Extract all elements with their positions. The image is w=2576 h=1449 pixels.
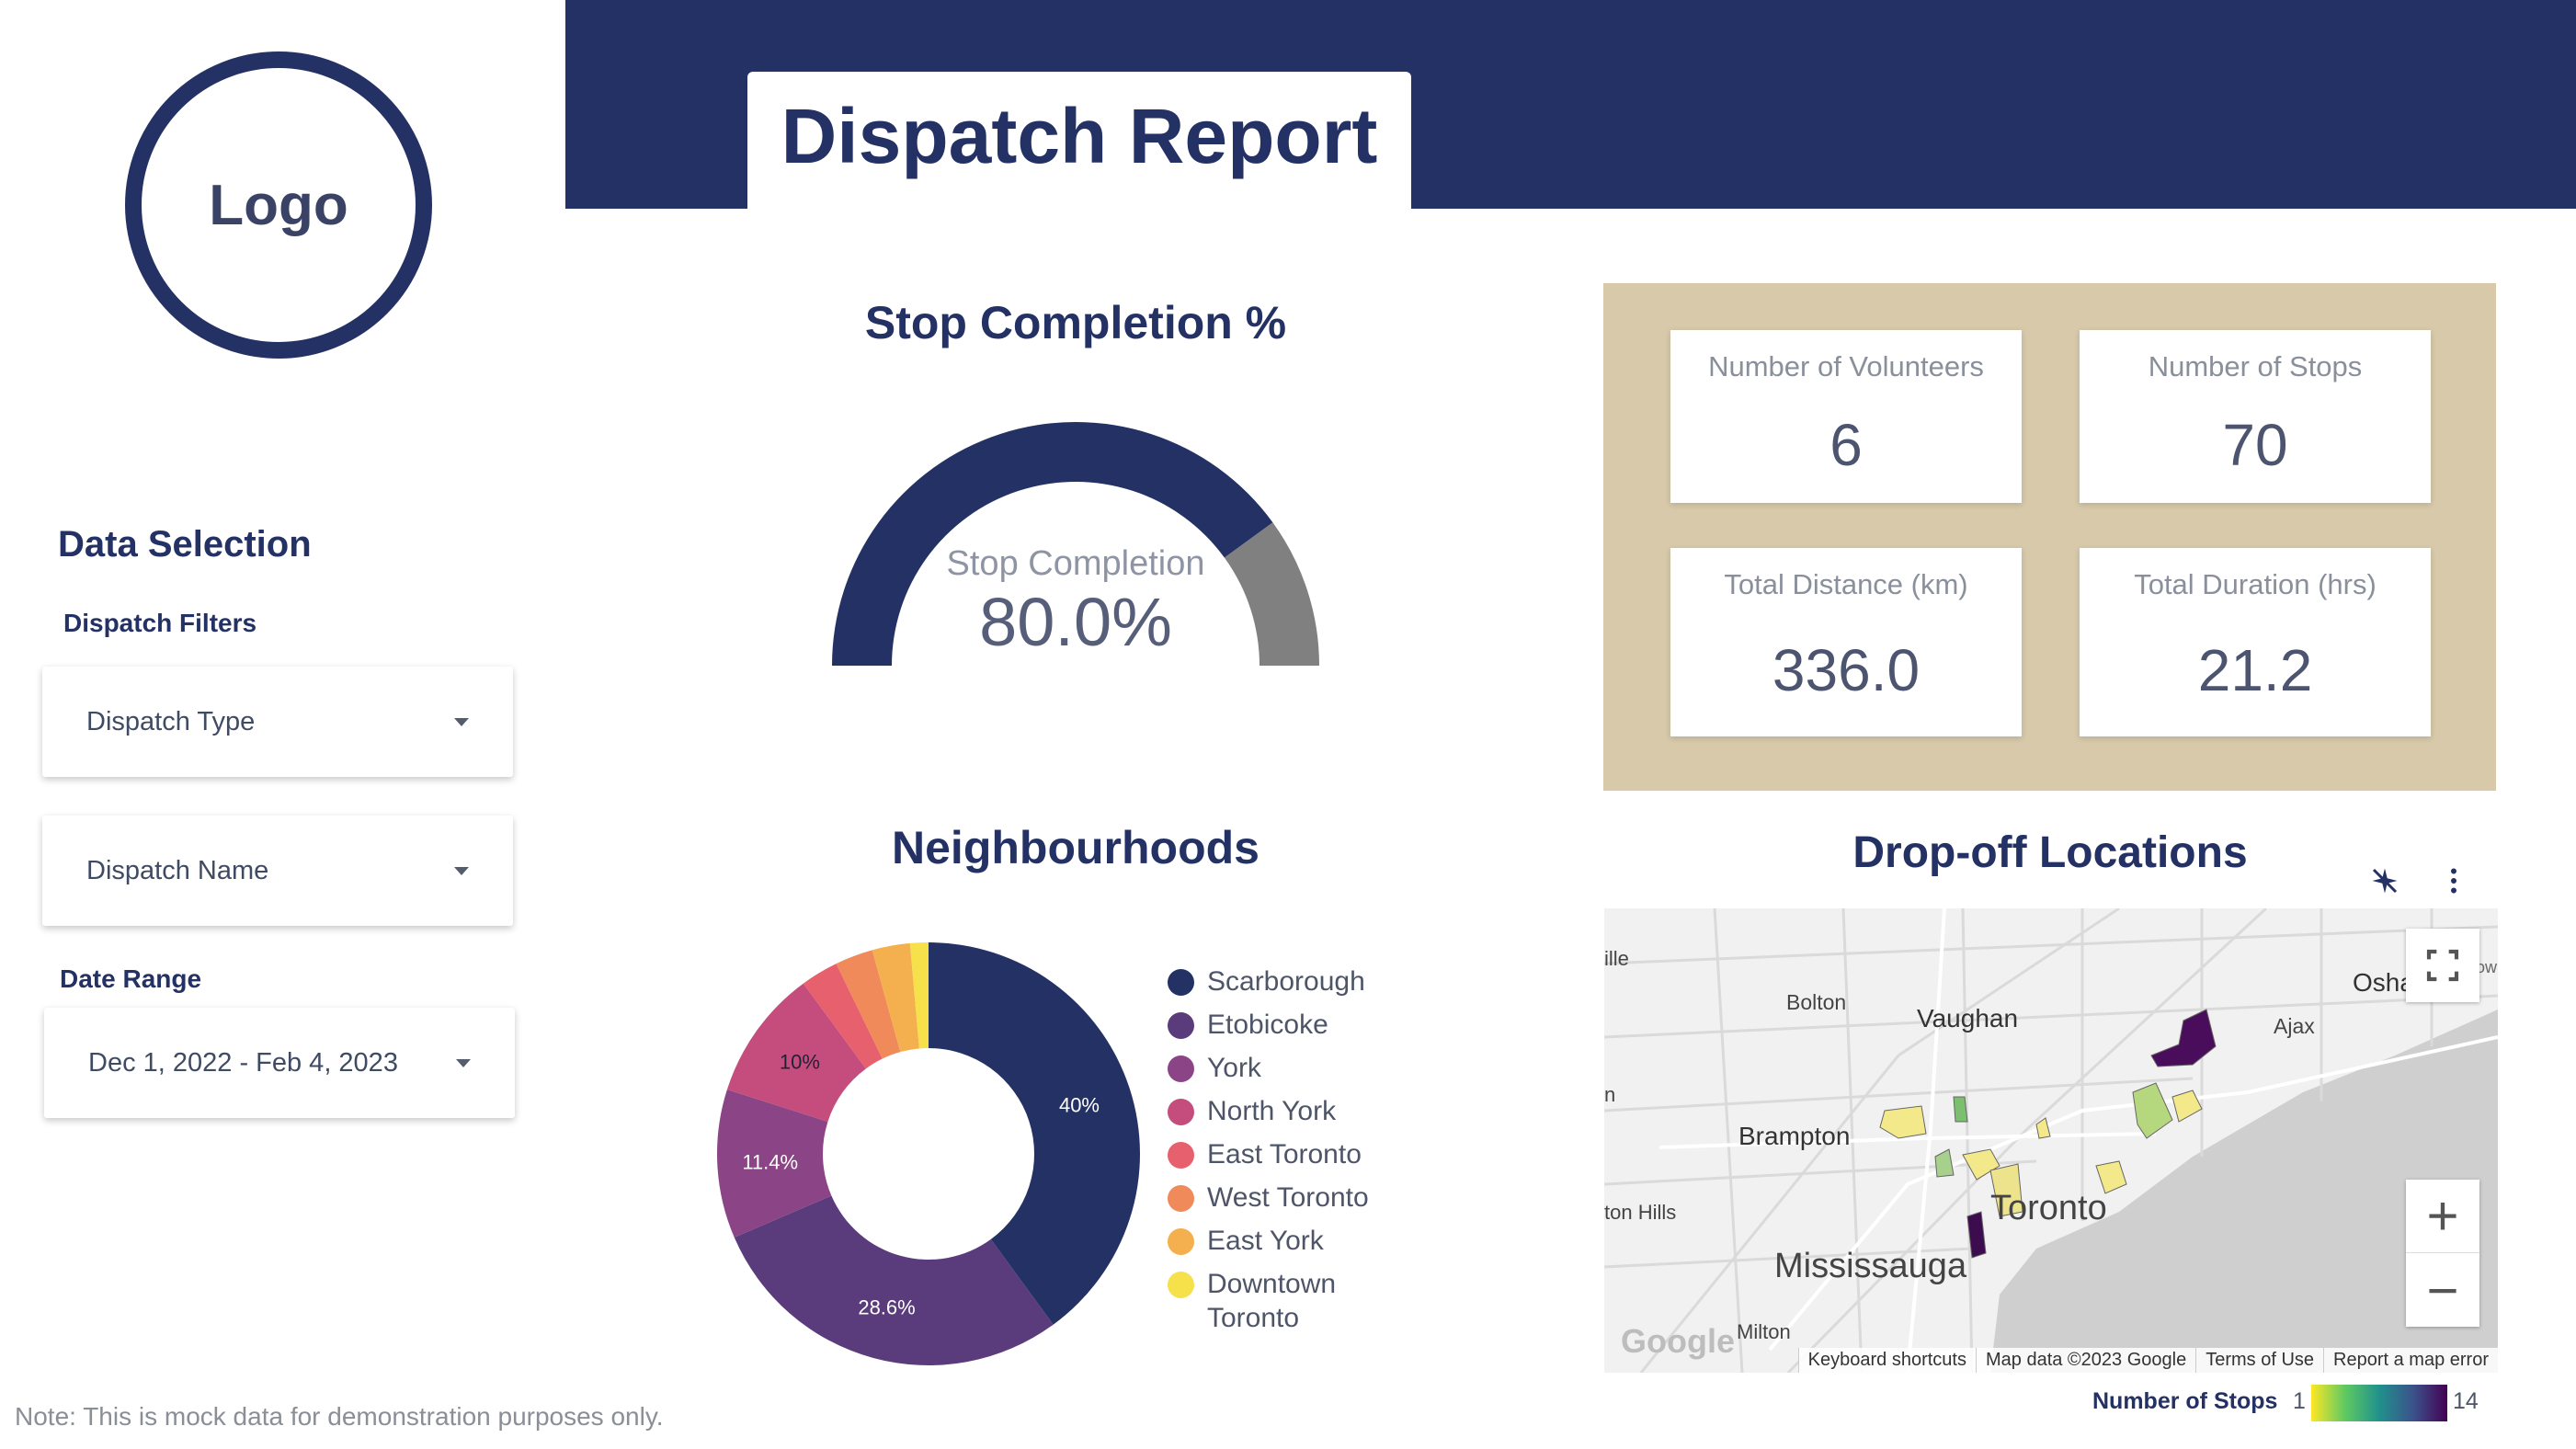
zoom-controls: + − — [2406, 1180, 2479, 1327]
fullscreen-button[interactable] — [2406, 929, 2479, 1002]
dispatch-type-text: Dispatch Type — [86, 706, 256, 736]
legend-label: East Toronto — [1207, 1139, 1362, 1169]
kpi-label: Number of Stops — [2148, 350, 2363, 382]
fullscreen-icon — [2426, 949, 2459, 982]
kpi-card-stops: Number of Stops 70 — [2080, 330, 2431, 503]
donut-data-label: 11.4% — [742, 1150, 798, 1173]
date-range-value: Dec 1, 2022 - Feb 4, 2023 — [88, 1047, 398, 1078]
kpi-label: Total Distance (km) — [1724, 568, 1968, 600]
map-place-label: Toronto — [1990, 1189, 2107, 1227]
legend-swatch — [1168, 1185, 1194, 1212]
color-scale-title: Number of Stops — [2092, 1388, 2278, 1414]
kpi-card-distance: Total Distance (km) 336.0 — [1670, 548, 2022, 736]
legend-swatch — [1168, 1228, 1194, 1255]
neighbourhoods-title: Neighbourhoods — [892, 822, 1260, 873]
report-map-error-link[interactable]: Report a map error — [2323, 1348, 2498, 1373]
dispatch-type-dropdown[interactable]: Dispatch Type — [42, 667, 513, 777]
legend-item[interactable]: North York — [1168, 1094, 1382, 1137]
date-range-label: Date Range — [60, 964, 202, 993]
keyboard-shortcuts-link[interactable]: Keyboard shortcuts — [1797, 1348, 1976, 1373]
cross-filter-off-icon[interactable] — [2368, 864, 2401, 897]
donut-data-label: 40% — [1059, 1093, 1100, 1116]
kpi-value: 6 — [1829, 412, 1863, 478]
kpi-label: Number of Volunteers — [1708, 350, 1984, 382]
kpi-label: Total Duration (hrs) — [2134, 568, 2377, 600]
legend-item[interactable]: East Toronto — [1168, 1137, 1382, 1181]
page-title: Dispatch Report — [781, 93, 1378, 179]
legend-item[interactable]: Scarborough — [1168, 964, 1382, 1008]
logo: Logo — [125, 51, 432, 359]
donut-data-label: 10% — [780, 1050, 820, 1073]
kpi-card-duration: Total Duration (hrs) 21.2 — [2080, 548, 2431, 736]
color-scale-max: 14 — [2453, 1388, 2479, 1414]
legend-item[interactable]: Downtown Toronto — [1168, 1267, 1382, 1333]
color-scale-min: 1 — [2293, 1388, 2306, 1414]
kpi-value: 336.0 — [1772, 637, 1921, 703]
chevron-down-icon — [454, 866, 469, 875]
map-place-label: Vaughan — [1917, 1004, 2019, 1033]
legend-label: Downtown Toronto — [1207, 1269, 1337, 1333]
zoom-in-button[interactable]: + — [2406, 1180, 2479, 1253]
kpi-card-volunteers: Number of Volunteers 6 — [1670, 330, 2022, 503]
color-scale-bar — [2311, 1385, 2447, 1421]
legend-item[interactable]: West Toronto — [1168, 1181, 1382, 1224]
map-place-label: n — [1604, 1083, 1616, 1106]
drop-off-map[interactable]: ille Bolton Vaughan Osha Ajax ow Brampto… — [1604, 908, 2498, 1373]
map-footer: Keyboard shortcuts Map data ©2023 Google… — [1604, 1348, 2498, 1373]
chevron-down-icon — [454, 717, 469, 726]
legend-swatch — [1168, 1099, 1194, 1125]
map-place-label: Bolton — [1786, 990, 1847, 1014]
legend-swatch — [1168, 1142, 1194, 1169]
map-place-label: Ajax — [2274, 1014, 2315, 1038]
map-place-label: Milton — [1737, 1320, 1791, 1343]
donut-slice-etobicoke[interactable] — [734, 1195, 1054, 1365]
legend-label: North York — [1207, 1096, 1337, 1126]
gauge-value: 80.0% — [979, 584, 1172, 660]
chevron-down-icon — [456, 1058, 471, 1067]
neighbourhoods-legend: Scarborough Etobicoke York North York East T… — [1168, 964, 1382, 1333]
zoom-out-button[interactable]: − — [2406, 1253, 2479, 1327]
legend-label: East York — [1207, 1226, 1324, 1256]
map-place-label: Osha — [2353, 968, 2414, 997]
terms-of-use-link[interactable]: Terms of Use — [2195, 1348, 2324, 1373]
date-range-picker[interactable]: Dec 1, 2022 - Feb 4, 2023 — [44, 1008, 515, 1118]
dispatch-name-text: Dispatch Name — [86, 855, 269, 885]
legend-swatch — [1168, 1272, 1194, 1298]
legend-item[interactable]: Etobicoke — [1168, 1008, 1382, 1051]
map-place-label: Brampton — [1738, 1122, 1851, 1150]
disclaimer-note: Note: This is mock data for demonstratio… — [15, 1402, 664, 1431]
neighbourhoods-donut-chart: 40% 28.6% 11.4% 10% — [717, 942, 1140, 1365]
legend-label: Etobicoke — [1207, 1010, 1328, 1040]
legend-label: Scarborough — [1207, 966, 1365, 997]
dispatch-filters-label: Dispatch Filters — [63, 609, 257, 637]
legend-swatch — [1168, 1012, 1194, 1039]
more-vert-icon[interactable] — [2437, 864, 2470, 897]
kpi-value: 70 — [2222, 412, 2288, 478]
map-place-label: ille — [1604, 947, 1629, 970]
legend-swatch — [1168, 969, 1194, 996]
donut-data-label: 28.6% — [858, 1295, 915, 1318]
legend-swatch — [1168, 1055, 1194, 1082]
kpi-value: 21.2 — [2197, 637, 2313, 703]
map-place-label: Mississauga — [1774, 1247, 1967, 1285]
dispatch-name-dropdown[interactable]: Dispatch Name — [42, 816, 513, 926]
data-selection-title: Data Selection — [58, 524, 312, 565]
logo-text: Logo — [209, 173, 348, 237]
map-title: Drop-off Locations — [1852, 828, 2248, 877]
legend-item[interactable]: York — [1168, 1051, 1382, 1094]
gauge-label: Stop Completion — [946, 544, 1205, 583]
legend-label: West Toronto — [1207, 1182, 1369, 1213]
gauge-title: Stop Completion % — [864, 297, 1287, 348]
legend-item[interactable]: East York — [1168, 1224, 1382, 1267]
map-place-label: ton Hills — [1604, 1201, 1677, 1224]
map-data-attribution: Map data ©2023 Google — [1975, 1348, 2196, 1373]
legend-label: York — [1207, 1053, 1261, 1083]
